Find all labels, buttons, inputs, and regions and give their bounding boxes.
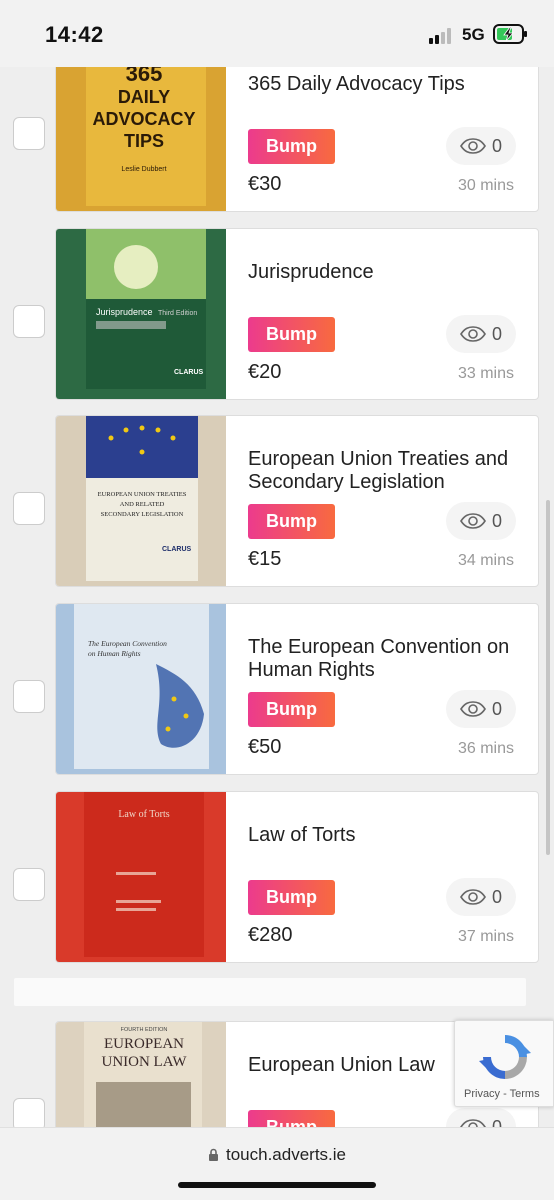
cover-text: AND RELATED xyxy=(120,501,165,508)
listing-checkbox[interactable] xyxy=(13,868,45,901)
cover-text: Law of Torts xyxy=(118,809,169,820)
bump-button[interactable]: Bump xyxy=(248,129,335,164)
listing-checkbox[interactable] xyxy=(13,117,45,150)
eye-icon xyxy=(460,701,486,717)
listing-thumbnail[interactable]: Law of Torts xyxy=(56,792,226,962)
eye-icon xyxy=(460,513,486,529)
signal-icon xyxy=(429,28,455,44)
recaptcha-links[interactable]: Privacy - Terms xyxy=(464,1088,540,1100)
bump-button[interactable]: Bump xyxy=(248,317,335,352)
views-count: 0 xyxy=(491,323,502,344)
views-counter: 0 xyxy=(446,690,516,728)
listing-thumbnail[interactable]: Jurisprudence Third Edition CLARUS xyxy=(56,229,226,399)
listing-title[interactable]: Law of Torts xyxy=(248,824,528,847)
listing-title[interactable]: 365 Daily Advocacy Tips xyxy=(248,73,528,96)
cover-text: ADVOCACY xyxy=(92,109,195,129)
cover-text: DAILY xyxy=(118,87,170,107)
cover-text: EUROPEAN xyxy=(104,1036,184,1052)
eye-icon xyxy=(460,138,486,154)
cover-text: FOURTH EDITION xyxy=(121,1027,168,1033)
listing-card[interactable]: EUROPEAN UNION TREATIES AND RELATED SECO… xyxy=(55,415,539,587)
cover-text: Jurisprudence xyxy=(96,307,153,317)
scrollbar[interactable] xyxy=(546,500,550,855)
views-counter: 0 xyxy=(446,502,516,540)
views-count: 0 xyxy=(491,135,502,156)
views-counter: 0 xyxy=(446,315,516,353)
listing-title[interactable]: European Union Treaties and Secondary Le… xyxy=(248,448,528,494)
ad-placeholder xyxy=(14,978,526,1006)
network-type: 5G xyxy=(462,25,485,44)
listing-price: €15 xyxy=(248,548,282,570)
url-text: touch.adverts.ie xyxy=(225,1145,346,1164)
cover-text: EUROPEAN UNION TREATIES xyxy=(98,491,187,498)
listing-thumbnail[interactable]: EUROPEAN UNION TREATIES AND RELATED SECO… xyxy=(56,416,226,586)
listing-price: €50 xyxy=(248,736,282,758)
lock-icon xyxy=(208,1148,218,1161)
status-bar: 14:42 5G xyxy=(0,0,554,67)
views-count: 0 xyxy=(491,510,502,531)
listing-title[interactable]: Jurisprudence xyxy=(248,261,528,284)
recaptcha-icon xyxy=(479,1035,531,1079)
cover-text: SECONDARY LEGISLATION xyxy=(101,511,184,518)
listing-price: €280 xyxy=(248,924,293,946)
eye-icon xyxy=(460,326,486,342)
listing-age: 37 mins xyxy=(457,928,514,945)
listing-card[interactable]: Law of Torts Law of Torts Bump 0 €280 37… xyxy=(55,791,539,963)
bump-button[interactable]: Bump xyxy=(248,504,335,539)
recaptcha-badge[interactable]: Privacy - Terms xyxy=(454,1020,554,1107)
listing-card[interactable]: Jurisprudence Third Edition CLARUS Juris… xyxy=(55,228,539,400)
views-count: 0 xyxy=(491,698,502,719)
status-time: 14:42 xyxy=(45,22,104,47)
bump-button[interactable]: Bump xyxy=(248,692,335,727)
eye-icon xyxy=(460,889,486,905)
listing-age: 30 mins xyxy=(457,177,514,194)
url-display[interactable]: touch.adverts.ie xyxy=(0,1145,554,1165)
home-indicator[interactable] xyxy=(178,1182,376,1188)
listing-title[interactable]: The European Convention on Human Rights xyxy=(248,636,528,682)
cover-text: The European Convention xyxy=(88,639,167,648)
views-count: 0 xyxy=(491,886,502,907)
cover-text: UNION LAW xyxy=(101,1054,187,1070)
listing-thumbnail[interactable]: The European Convention on Human Rights xyxy=(56,604,226,774)
listing-price: €30 xyxy=(248,173,282,195)
listing-checkbox[interactable] xyxy=(13,492,45,525)
views-counter: 0 xyxy=(446,127,516,165)
listing-checkbox[interactable] xyxy=(13,305,45,338)
listing-card[interactable]: The European Convention on Human Rights … xyxy=(55,603,539,775)
listing-age: 36 mins xyxy=(457,740,514,757)
cover-text: Third Edition xyxy=(158,310,197,317)
cover-author: Leslie Dubbert xyxy=(121,166,166,173)
views-counter: 0 xyxy=(446,878,516,916)
listing-checkbox[interactable] xyxy=(13,680,45,713)
browser-url-bar[interactable]: touch.adverts.ie xyxy=(0,1127,554,1200)
listing-age: 34 mins xyxy=(457,552,514,569)
cover-text: TIPS xyxy=(124,131,164,151)
listing-price: €20 xyxy=(248,361,282,383)
listing-age: 33 mins xyxy=(457,365,514,382)
cover-publisher: CLARUS xyxy=(174,369,203,376)
bump-button[interactable]: Bump xyxy=(248,880,335,915)
cover-publisher: CLARUS xyxy=(162,546,191,553)
battery-charging-icon xyxy=(493,24,527,44)
cover-text: on Human Rights xyxy=(88,649,141,658)
